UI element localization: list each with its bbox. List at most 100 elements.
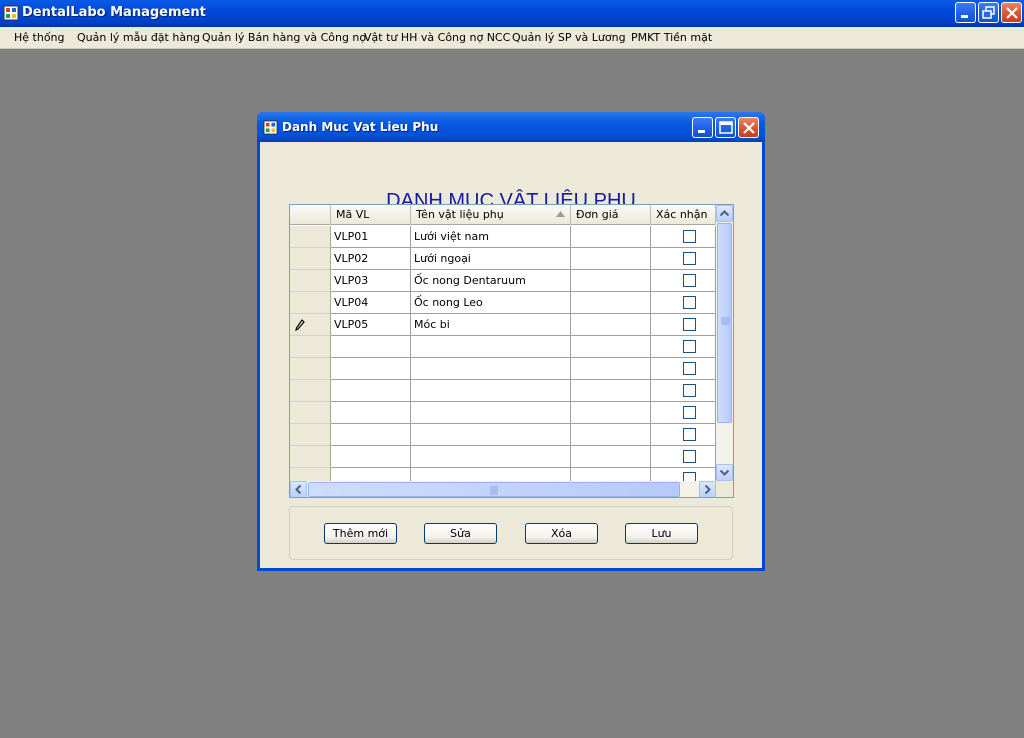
cell-xac-nhan bbox=[651, 292, 716, 314]
vertical-scrollbar[interactable] bbox=[716, 205, 733, 481]
menu-quan-ly-ban-hang[interactable]: Quản lý Bán hàng và Công nợ bbox=[202, 31, 366, 44]
cell-ma-vl[interactable] bbox=[331, 402, 411, 424]
edit-button[interactable]: Sửa bbox=[424, 523, 497, 544]
cell-ten-vat-lieu[interactable]: Ốc nong Leo bbox=[411, 292, 571, 314]
cell-don-gia[interactable] bbox=[571, 314, 651, 336]
horizontal-scroll-thumb[interactable] bbox=[308, 482, 680, 497]
row-header[interactable] bbox=[290, 424, 331, 446]
confirm-checkbox[interactable] bbox=[683, 318, 696, 331]
col-header-ma-vl[interactable]: Mã VL bbox=[331, 205, 411, 225]
cell-ten-vat-lieu[interactable] bbox=[411, 358, 571, 380]
cell-ma-vl[interactable] bbox=[331, 446, 411, 468]
main-titlebar[interactable]: DentalLabo Management bbox=[0, 0, 1024, 27]
child-titlebar[interactable]: Danh Muc Vat Lieu Phu bbox=[257, 112, 765, 142]
menu-he-thong[interactable]: Hệ thống bbox=[14, 31, 65, 44]
row-header[interactable] bbox=[290, 270, 331, 292]
cell-xac-nhan bbox=[651, 336, 716, 358]
cell-ma-vl[interactable] bbox=[331, 424, 411, 446]
cell-don-gia[interactable] bbox=[571, 248, 651, 270]
sort-ascending-icon bbox=[556, 211, 565, 217]
cell-ma-vl[interactable]: VLP01 bbox=[331, 226, 411, 248]
scroll-corner bbox=[716, 481, 733, 497]
confirm-checkbox[interactable] bbox=[683, 340, 696, 353]
confirm-checkbox[interactable] bbox=[683, 428, 696, 441]
cell-don-gia[interactable] bbox=[571, 336, 651, 358]
scroll-left-button[interactable] bbox=[290, 481, 307, 497]
cell-ma-vl[interactable]: VLP04 bbox=[331, 292, 411, 314]
child-maximize-button[interactable] bbox=[715, 117, 736, 138]
confirm-checkbox[interactable] bbox=[683, 362, 696, 375]
materials-grid[interactable]: Mã VL Tên vật liệu phụ Đơn giá Xác nhận … bbox=[289, 204, 734, 498]
restore-icon bbox=[982, 6, 995, 19]
restore-button[interactable] bbox=[978, 2, 999, 23]
scroll-right-button[interactable] bbox=[699, 481, 716, 497]
cell-ma-vl[interactable] bbox=[331, 380, 411, 402]
save-button[interactable]: Lưu bbox=[625, 523, 698, 544]
menu-pmkt-tien-mat[interactable]: PMKT Tiền mặt bbox=[631, 31, 712, 44]
cell-ten-vat-lieu[interactable] bbox=[411, 380, 571, 402]
menu-quan-ly-mau-dat-hang[interactable]: Quản lý mẫu đặt hàng bbox=[77, 31, 200, 44]
confirm-checkbox[interactable] bbox=[683, 274, 696, 287]
close-button[interactable] bbox=[1001, 2, 1022, 23]
cell-ten-vat-lieu[interactable]: Lưới ngoại bbox=[411, 248, 571, 270]
cell-don-gia[interactable] bbox=[571, 226, 651, 248]
cell-xac-nhan bbox=[651, 358, 716, 380]
horizontal-scrollbar[interactable] bbox=[290, 481, 716, 497]
row-header[interactable] bbox=[290, 314, 331, 336]
cell-ten-vat-lieu[interactable]: Ốc nong Dentaruum bbox=[411, 270, 571, 292]
row-header[interactable] bbox=[290, 336, 331, 358]
chevron-left-icon bbox=[295, 484, 302, 495]
row-header[interactable] bbox=[290, 248, 331, 270]
cell-don-gia[interactable] bbox=[571, 358, 651, 380]
cell-ma-vl[interactable]: VLP05 bbox=[331, 314, 411, 336]
cell-ten-vat-lieu[interactable] bbox=[411, 336, 571, 358]
cell-ma-vl[interactable] bbox=[331, 358, 411, 380]
row-header[interactable] bbox=[290, 292, 331, 314]
col-header-xac-nhan[interactable]: Xác nhận bbox=[651, 205, 716, 225]
cell-don-gia[interactable] bbox=[571, 292, 651, 314]
confirm-checkbox[interactable] bbox=[683, 450, 696, 463]
menu-quan-ly-sp-luong[interactable]: Quản lý SP và Lương bbox=[512, 31, 626, 44]
cell-don-gia[interactable] bbox=[571, 446, 651, 468]
close-icon bbox=[1006, 7, 1018, 19]
cell-ten-vat-lieu[interactable]: Móc bi bbox=[411, 314, 571, 336]
col-header-ten-vat-lieu[interactable]: Tên vật liệu phụ bbox=[411, 205, 571, 225]
row-header[interactable] bbox=[290, 358, 331, 380]
confirm-checkbox[interactable] bbox=[683, 384, 696, 397]
add-button[interactable]: Thêm mới bbox=[324, 523, 397, 544]
vertical-scroll-thumb[interactable] bbox=[717, 223, 732, 423]
child-close-button[interactable] bbox=[738, 117, 759, 138]
menu-vat-tu-hh[interactable]: Vật tư HH và Công nợ NCC bbox=[364, 31, 510, 44]
cell-ma-vl[interactable]: VLP03 bbox=[331, 270, 411, 292]
row-header[interactable] bbox=[290, 226, 331, 248]
cell-xac-nhan bbox=[651, 402, 716, 424]
col-header-label: Tên vật liệu phụ bbox=[416, 208, 504, 221]
row-header[interactable] bbox=[290, 380, 331, 402]
cell-ten-vat-lieu[interactable] bbox=[411, 424, 571, 446]
delete-button[interactable]: Xóa bbox=[525, 523, 598, 544]
confirm-checkbox[interactable] bbox=[683, 406, 696, 419]
cell-don-gia[interactable] bbox=[571, 424, 651, 446]
confirm-checkbox[interactable] bbox=[683, 296, 696, 309]
cell-don-gia[interactable] bbox=[571, 270, 651, 292]
minimize-button[interactable] bbox=[955, 2, 976, 23]
cell-ten-vat-lieu[interactable] bbox=[411, 402, 571, 424]
cell-don-gia[interactable] bbox=[571, 402, 651, 424]
close-icon bbox=[743, 122, 755, 134]
child-minimize-button[interactable] bbox=[692, 117, 713, 138]
confirm-checkbox[interactable] bbox=[683, 230, 696, 243]
col-header-don-gia[interactable]: Đơn giá bbox=[571, 205, 651, 225]
chevron-down-icon bbox=[719, 469, 730, 476]
scroll-down-button[interactable] bbox=[716, 464, 733, 481]
cell-ten-vat-lieu[interactable] bbox=[411, 446, 571, 468]
row-header[interactable] bbox=[290, 402, 331, 424]
cell-don-gia[interactable] bbox=[571, 380, 651, 402]
row-header[interactable] bbox=[290, 446, 331, 468]
child-title: Danh Muc Vat Lieu Phu bbox=[282, 120, 439, 134]
cell-xac-nhan bbox=[651, 226, 716, 248]
scroll-up-button[interactable] bbox=[716, 205, 733, 222]
cell-ma-vl[interactable]: VLP02 bbox=[331, 248, 411, 270]
cell-ten-vat-lieu[interactable]: Lưới việt nam bbox=[411, 226, 571, 248]
cell-ma-vl[interactable] bbox=[331, 336, 411, 358]
confirm-checkbox[interactable] bbox=[683, 252, 696, 265]
